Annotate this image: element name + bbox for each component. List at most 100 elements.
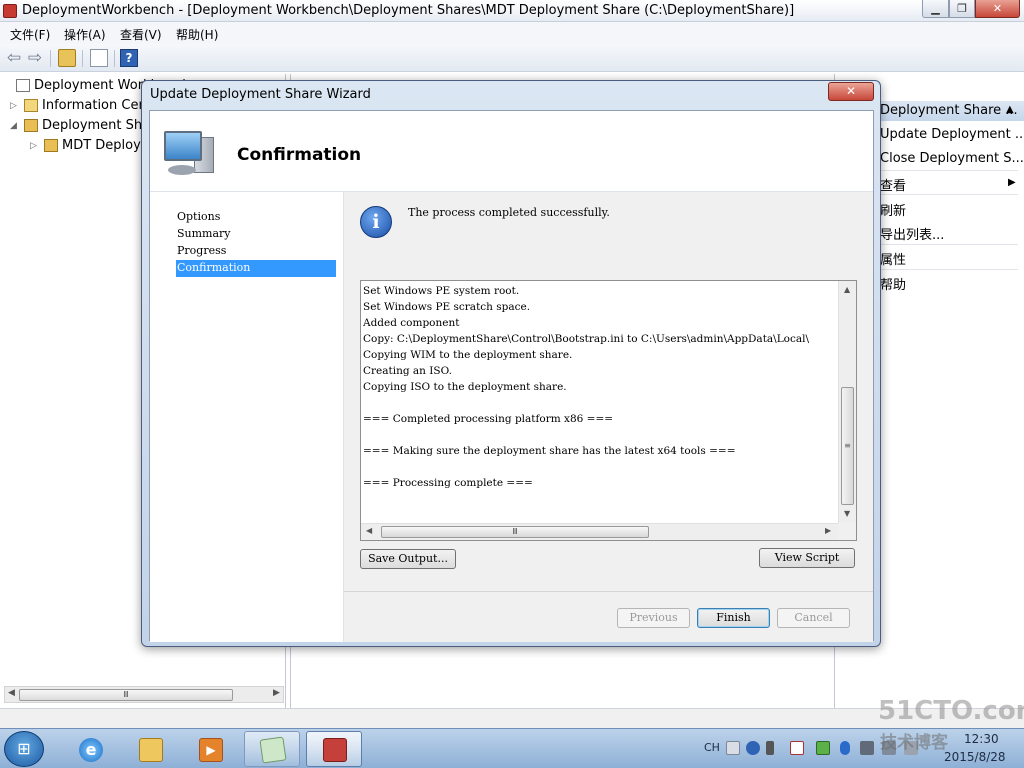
save-output-button[interactable]: Save Output... (360, 549, 456, 569)
internet-explorer-icon: e (79, 738, 103, 762)
view-script-button[interactable]: View Script (759, 548, 855, 568)
log-line: Creating an ISO. (363, 365, 452, 377)
minimize-button[interactable]: ▁ (922, 0, 949, 18)
action-refresh[interactable]: 刷新 (880, 200, 906, 219)
scroll-thumb[interactable]: Ⅲ (19, 689, 233, 701)
share-folder-icon (44, 139, 58, 152)
collapse-triangle-icon[interactable]: ▲ (1006, 104, 1014, 115)
folder-icon (139, 738, 163, 762)
finish-button[interactable]: Finish (697, 608, 770, 628)
scroll-thumb[interactable]: ≡ (841, 387, 854, 505)
toolbar: ⇦ ⇨ ? (0, 44, 1024, 72)
toolbar-separator (82, 50, 83, 67)
computer-icon (164, 131, 216, 179)
close-button[interactable]: ✕ (975, 0, 1020, 18)
cancel-button[interactable]: Cancel (777, 608, 850, 628)
log-line: Copying WIM to the deployment share. (363, 349, 573, 361)
action-view[interactable]: 查看 (880, 175, 906, 194)
help-icon[interactable]: ? (120, 49, 138, 67)
wizard-heading: Confirmation (237, 145, 362, 165)
tree-expander-icon[interactable]: ▷ (10, 101, 20, 111)
taskbar-media-player[interactable]: ▶ (182, 731, 238, 767)
media-player-icon: ▶ (199, 738, 223, 762)
log-line: Set Windows PE system root. (363, 285, 520, 297)
wizard-footer: Previous Finish Cancel (343, 591, 873, 642)
tree-expander-icon[interactable]: ◢ (10, 121, 20, 131)
action-properties[interactable]: 属性 (880, 249, 906, 268)
action-help[interactable]: 帮助 (880, 274, 906, 293)
information-icon: i (360, 206, 392, 238)
help-icon[interactable] (746, 741, 760, 755)
step-summary[interactable]: Summary (176, 226, 336, 243)
log-line: === Making sure the deployment share has… (363, 445, 736, 457)
app-toolbox-icon (3, 4, 17, 18)
action-separator (880, 170, 1018, 171)
scrollbar-corner (838, 523, 856, 540)
action-update-deployment-share[interactable]: Update Deployment ... (880, 127, 1024, 142)
wizard-header: Confirmation (150, 111, 873, 191)
scroll-left-icon[interactable]: ◀ (8, 688, 15, 698)
forward-arrow-icon[interactable]: ⇨ (26, 49, 44, 67)
action-close-deployment-share[interactable]: Close Deployment S... (880, 151, 1024, 166)
log-horizontal-scrollbar[interactable]: ◀ Ⅲ ▶ (361, 523, 838, 540)
security-icon[interactable] (816, 741, 830, 755)
wizard-steps-list: Options Summary Progress Confirmation (150, 191, 343, 642)
log-line: === Completed processing platform x86 ==… (363, 413, 614, 425)
menu-action[interactable]: 操作(A) (64, 26, 106, 43)
output-log[interactable]: Set Windows PE system root. Set Windows P… (360, 280, 857, 541)
menu-help[interactable]: 帮助(H) (176, 26, 218, 43)
wizard-title: Update Deployment Share Wizard (150, 87, 371, 102)
output-log-text: Set Windows PE system root. Set Windows P… (363, 283, 838, 520)
scroll-right-icon[interactable]: ▶ (825, 526, 831, 535)
menu-bar: 文件(F) 操作(A) 查看(V) 帮助(H) (0, 22, 1024, 44)
scroll-down-icon[interactable]: ▼ (844, 509, 850, 518)
taskbar-explorer[interactable] (122, 731, 178, 767)
language-indicator[interactable]: CH (704, 741, 720, 754)
scroll-up-icon[interactable]: ▲ (844, 285, 850, 294)
actions-header-label: Deployment Share ... (880, 103, 1018, 118)
action-separator (880, 269, 1018, 270)
keyboard-icon[interactable] (726, 741, 740, 755)
scroll-thumb[interactable]: Ⅲ (381, 526, 649, 538)
toolbar-separator (114, 50, 115, 67)
maximize-button[interactable]: ❐ (949, 0, 975, 18)
log-line: === Processing complete === (363, 477, 533, 489)
toolbox-icon (323, 738, 347, 762)
bluetooth-icon[interactable] (840, 741, 850, 755)
start-button[interactable]: ⊞ (4, 731, 44, 767)
step-options[interactable]: Options (176, 209, 336, 226)
wizard-body: Confirmation Options Summary Progress Co… (149, 110, 874, 642)
action-separator (880, 194, 1018, 195)
update-deployment-share-wizard: Update Deployment Share Wizard ✕ Confirm… (141, 80, 881, 647)
action-separator (880, 244, 1018, 245)
scroll-left-icon[interactable]: ◀ (366, 526, 372, 535)
scroll-right-icon[interactable]: ▶ (273, 688, 280, 698)
network-icon[interactable] (860, 741, 874, 755)
tray-arrow-icon[interactable] (766, 741, 774, 755)
main-window-titlebar: DeploymentWorkbench - [Deployment Workbe… (0, 0, 1024, 22)
log-vertical-scrollbar[interactable]: ▲ ≡ ▼ (838, 281, 856, 523)
menu-file[interactable]: 文件(F) (10, 26, 50, 43)
taskbar-sticky-notes[interactable] (244, 731, 300, 767)
status-message: The process completed successfully. (408, 206, 610, 219)
wizard-close-button[interactable]: ✕ (828, 82, 874, 101)
tree-expander-icon[interactable]: ▷ (30, 141, 40, 151)
status-bar (0, 708, 1024, 728)
action-center-flag-icon[interactable] (790, 741, 804, 755)
previous-button[interactable]: Previous (617, 608, 690, 628)
folder-icon (24, 99, 38, 112)
step-confirmation[interactable]: Confirmation (176, 260, 336, 277)
export-list-icon[interactable] (90, 49, 108, 67)
taskbar-deployment-workbench[interactable] (306, 731, 362, 767)
log-line: Added component (363, 317, 460, 329)
step-progress[interactable]: Progress (176, 243, 336, 260)
wizard-content: i The process completed successfully. Se… (343, 191, 873, 591)
tree-horizontal-scrollbar[interactable]: ◀ Ⅲ ▶ (4, 686, 284, 703)
action-export-list[interactable]: 导出列表... (880, 224, 944, 243)
log-line: Set Windows PE scratch space. (363, 301, 531, 313)
notes-icon (259, 736, 287, 764)
back-arrow-icon[interactable]: ⇦ (5, 49, 23, 67)
taskbar-internet-explorer[interactable]: e (62, 731, 118, 767)
up-folder-icon[interactable] (58, 49, 76, 67)
menu-view[interactable]: 查看(V) (120, 26, 162, 43)
